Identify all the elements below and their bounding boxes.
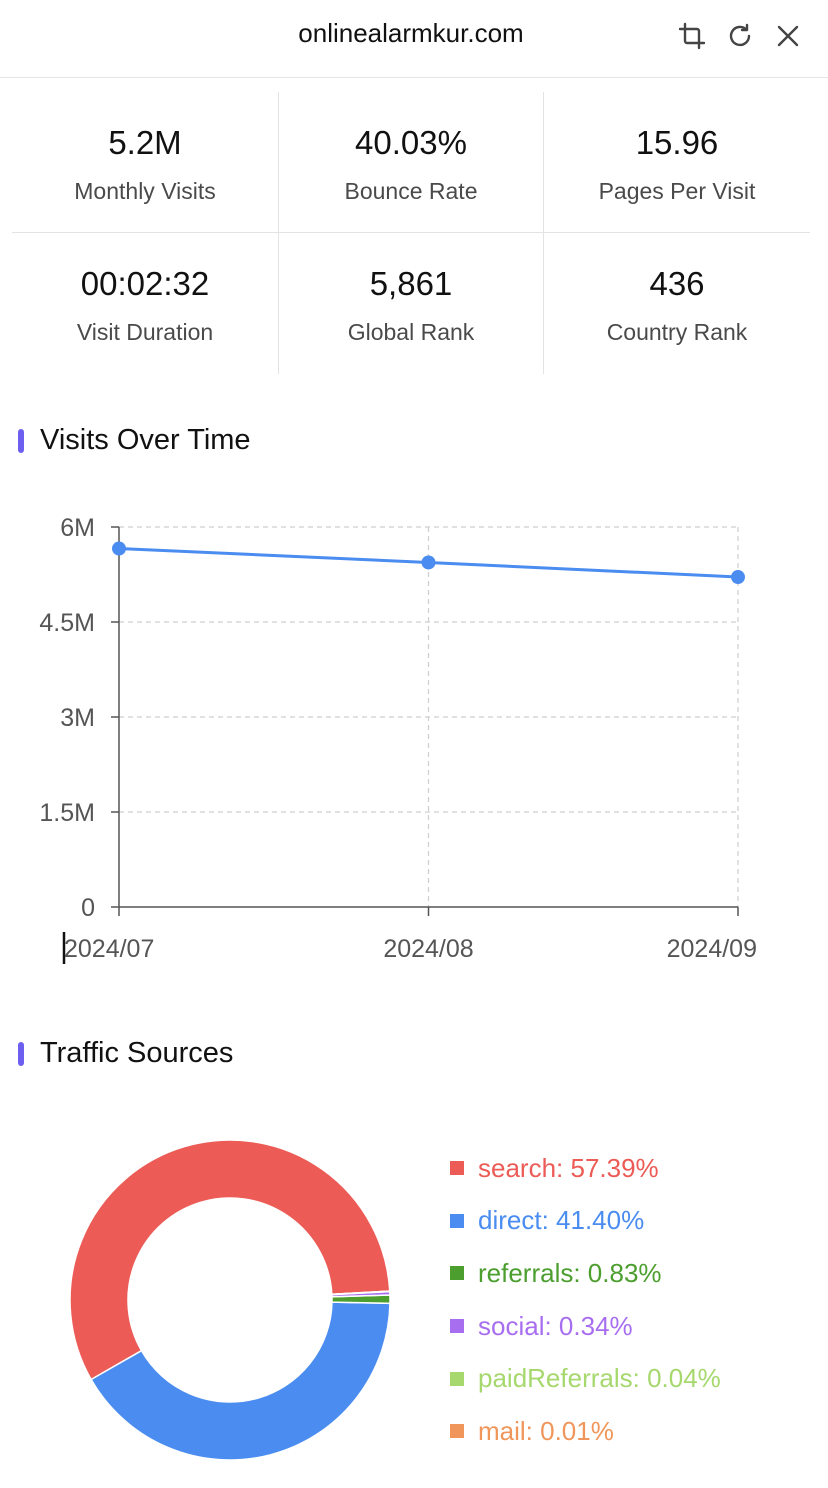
refresh-icon[interactable] bbox=[724, 20, 756, 52]
legend-label: paidReferrals: 0.04% bbox=[478, 1363, 721, 1394]
divider bbox=[12, 232, 810, 233]
section-accent-bar bbox=[18, 428, 24, 453]
stat-value: 5.2M bbox=[108, 124, 182, 161]
y-tick-label: 6M bbox=[60, 514, 95, 542]
legend-item-direct[interactable]: direct: 41.40% bbox=[450, 1195, 721, 1248]
legend-swatch bbox=[450, 1319, 464, 1334]
stat-value: 436 bbox=[649, 265, 705, 302]
stat-value: 15.96 bbox=[635, 124, 719, 161]
close-icon[interactable] bbox=[772, 20, 804, 52]
donut-slice-direct[interactable] bbox=[90, 1301, 391, 1461]
traffic-legend: search: 57.39% direct: 41.40% referrals: 0… bbox=[450, 1142, 721, 1458]
legend-label: search: 57.39% bbox=[478, 1152, 659, 1183]
legend-swatch bbox=[450, 1213, 464, 1228]
legend-label: social: 0.34% bbox=[478, 1310, 633, 1341]
legend-label: mail: 0.01% bbox=[478, 1415, 614, 1446]
divider bbox=[278, 92, 279, 374]
stat-label: Monthly Visits bbox=[74, 178, 216, 204]
stat-value: 00:02:32 bbox=[80, 265, 210, 302]
y-tick-label: 4.5M bbox=[39, 609, 95, 637]
legend-item-paidReferrals[interactable]: paidReferrals: 0.04% bbox=[450, 1352, 721, 1405]
stat-country-rank: 436 Country Rank bbox=[544, 233, 810, 374]
header-bar: onlinealarmkur.com bbox=[0, 0, 828, 78]
stat-label: Country Rank bbox=[606, 319, 748, 345]
legend-item-social[interactable]: social: 0.34% bbox=[450, 1300, 721, 1353]
stat-label: Bounce Rate bbox=[344, 178, 478, 204]
stat-value: 40.03% bbox=[355, 124, 467, 161]
stat-label: Global Rank bbox=[347, 319, 475, 345]
legend-label: direct: 41.40% bbox=[478, 1205, 645, 1236]
data-point[interactable] bbox=[421, 555, 436, 570]
visits-line-chart: 0 1.5M 3M 4.5M 6M 2024/07 2024/08 2024/09 bbox=[39, 514, 757, 964]
legend-item-mail[interactable]: mail: 0.01% bbox=[450, 1405, 721, 1458]
traffic-section-title: Traffic Sources bbox=[18, 1037, 233, 1070]
section-title-text: Traffic Sources bbox=[40, 1037, 234, 1069]
section-title-text: Visits Over Time bbox=[40, 424, 251, 456]
x-tick-label: 2024/08 bbox=[383, 935, 473, 963]
y-tick-label: 1.5M bbox=[39, 799, 95, 827]
data-point[interactable] bbox=[731, 570, 745, 585]
legend-swatch bbox=[450, 1424, 464, 1439]
stat-visit-duration: 00:02:32 Visit Duration bbox=[12, 233, 278, 374]
stat-label: Pages Per Visit bbox=[598, 178, 756, 204]
legend-swatch bbox=[450, 1266, 464, 1281]
legend-item-search[interactable]: search: 57.39% bbox=[450, 1142, 721, 1195]
stat-monthly-visits: 5.2M Monthly Visits bbox=[12, 92, 278, 233]
y-tick-label: 3M bbox=[60, 704, 95, 732]
x-tick-label: 2024/07 bbox=[64, 935, 154, 963]
legend-label: referrals: 0.83% bbox=[478, 1257, 662, 1288]
stats-grid: 5.2M Monthly Visits 40.03% Bounce Rate 1… bbox=[12, 92, 810, 374]
stat-global-rank: 5,861 Global Rank bbox=[278, 233, 544, 374]
stat-bounce-rate: 40.03% Bounce Rate bbox=[278, 92, 544, 233]
legend-item-referrals[interactable]: referrals: 0.83% bbox=[450, 1247, 721, 1300]
header-actions bbox=[676, 20, 804, 52]
stat-value: 5,861 bbox=[369, 265, 453, 302]
legend-swatch bbox=[450, 1161, 464, 1176]
y-tick-label: 0 bbox=[81, 894, 95, 922]
crop-icon[interactable] bbox=[676, 20, 708, 52]
data-point[interactable] bbox=[112, 541, 126, 556]
stat-label: Visit Duration bbox=[76, 319, 214, 345]
section-accent-bar bbox=[18, 1041, 24, 1066]
traffic-donut-chart bbox=[69, 1139, 391, 1461]
stat-pages-per-visit: 15.96 Pages Per Visit bbox=[544, 92, 810, 233]
visits-section-title: Visits Over Time bbox=[18, 424, 251, 457]
legend-swatch bbox=[450, 1371, 464, 1386]
x-tick-label: 2024/09 bbox=[667, 935, 757, 963]
divider bbox=[543, 92, 544, 374]
